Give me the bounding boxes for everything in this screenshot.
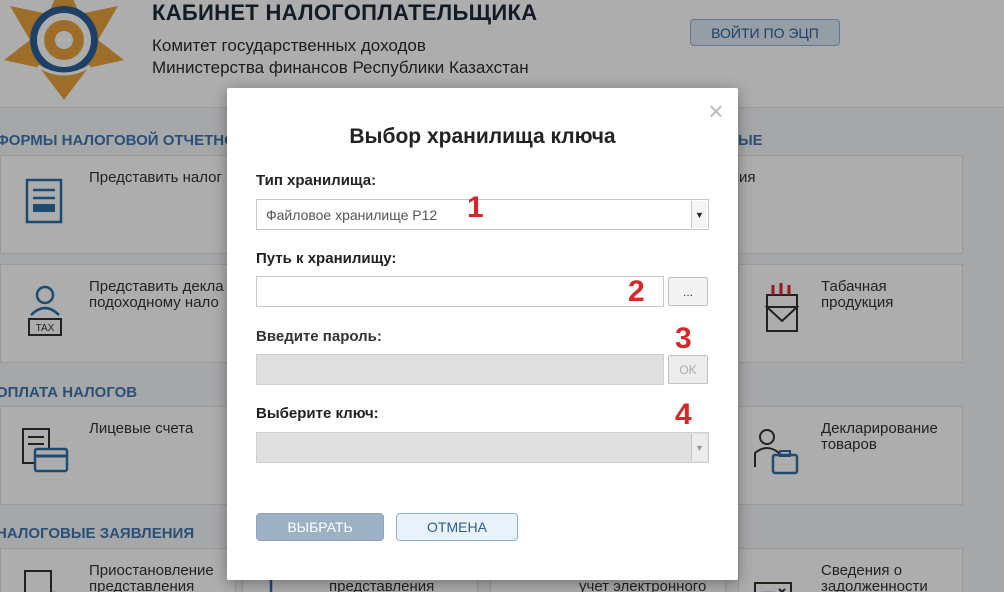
dialog-title: Выбор хранилища ключа: [349, 125, 616, 148]
password-input[interactable]: [256, 354, 664, 385]
storage-type-value: Файловое хранилище P12: [266, 207, 438, 223]
password-ok-button[interactable]: OK: [668, 355, 708, 384]
storage-type-label: Тип хранилища:: [256, 172, 377, 189]
step-number-1: 1: [467, 191, 484, 224]
storage-path-input[interactable]: [256, 276, 664, 307]
browse-button[interactable]: ...: [668, 277, 708, 306]
key-select-label: Выберите ключ:: [256, 405, 379, 422]
storage-path-label: Путь к хранилищу:: [256, 250, 397, 267]
chevron-down-icon[interactable]: ▼: [691, 201, 707, 228]
key-storage-dialog: × Выбор хранилища ключа Тип хранилища: Ф…: [227, 88, 738, 580]
step-number-3: 3: [675, 322, 692, 355]
step-number-2: 2: [628, 275, 645, 308]
cancel-button[interactable]: ОТМЕНА: [396, 513, 518, 541]
key-select[interactable]: ▼: [256, 432, 709, 463]
chevron-down-icon[interactable]: ▼: [691, 434, 707, 461]
choose-button[interactable]: ВЫБРАТЬ: [256, 513, 384, 541]
close-icon[interactable]: ×: [703, 98, 729, 124]
step-number-4: 4: [675, 398, 692, 431]
password-label: Введите пароль:: [256, 328, 382, 345]
